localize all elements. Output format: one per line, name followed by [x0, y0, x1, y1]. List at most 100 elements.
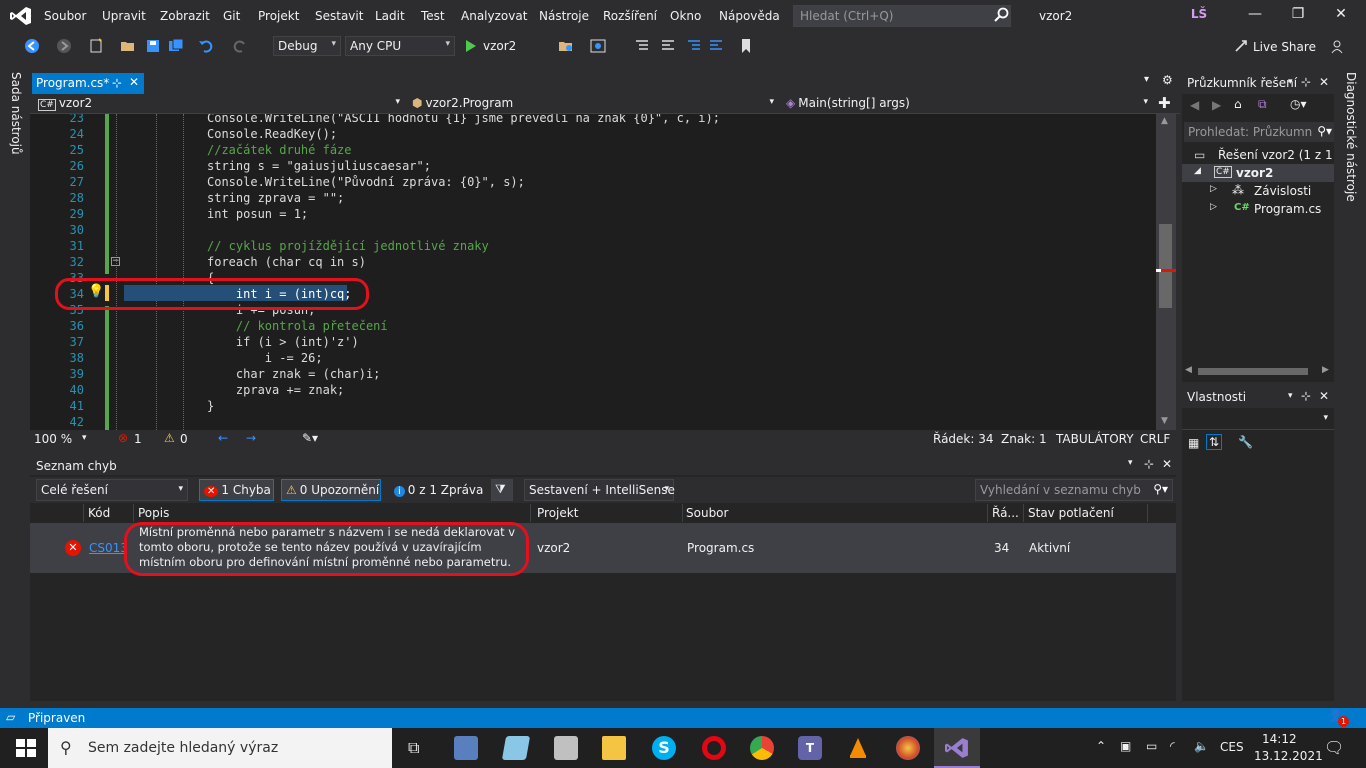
col-project[interactable]: Projekt — [533, 504, 683, 522]
col-severity[interactable] — [30, 504, 84, 522]
col-file[interactable]: Soubor — [682, 504, 988, 522]
undo-icon[interactable] — [198, 38, 214, 54]
collapse-icon[interactable]: − — [111, 257, 120, 266]
tabs-indicator[interactable]: TABULÁTORY — [1056, 432, 1134, 446]
tree-project[interactable]: ◢ C# vzor2 — [1182, 164, 1334, 182]
split-add-icon[interactable]: ✚ — [1158, 94, 1171, 112]
errors-filter-button[interactable]: ✕ 1 Chyba — [199, 479, 274, 501]
zoom-select[interactable]: 100 % — [34, 432, 72, 446]
nav-member-select[interactable]: ◈ Main(string[] args) ▾ — [782, 95, 1152, 113]
error-code-link[interactable]: CS0136 — [89, 541, 125, 555]
line-indicator[interactable]: Řádek: 34 — [933, 432, 994, 446]
nav-class-select[interactable]: ⬢ vzor2.Program ▾ — [408, 95, 778, 113]
live-share-button[interactable]: Live Share — [1253, 40, 1316, 54]
menu-analyzovat[interactable]: Analyzovat — [461, 9, 527, 23]
code-line[interactable]: i -= 26; — [207, 350, 323, 366]
arrow-right-icon[interactable]: → — [246, 431, 256, 445]
maximize-icon[interactable]: ❐ — [1283, 6, 1313, 26]
scope-select[interactable]: Celé řešení ▾ — [36, 479, 188, 501]
col-suppression[interactable]: Stav potlačení — [1024, 504, 1148, 522]
platform-select[interactable]: Any CPU ▾ — [345, 36, 455, 56]
forward-icon[interactable]: ▶ — [1212, 98, 1221, 112]
alphabetical-icon[interactable]: ⇅ — [1206, 434, 1223, 450]
indent-icon[interactable] — [686, 38, 702, 54]
config-select[interactable]: Debug ▾ — [273, 36, 341, 56]
col-description[interactable]: Popis — [134, 504, 531, 522]
run-icon[interactable] — [463, 38, 479, 54]
windows-start-icon[interactable] — [14, 736, 38, 760]
file-explorer-icon[interactable] — [602, 736, 626, 760]
error-icon[interactable]: ⊗ — [118, 431, 128, 445]
switch-view-icon[interactable]: ⧉ — [1258, 97, 1267, 112]
code-editor[interactable]: − 💡 23 24 25 26 27 28 29 30 31 32 33 34 … — [30, 114, 1156, 430]
settings-gear-icon[interactable]: ⚙ — [1162, 73, 1173, 87]
pin-icon[interactable]: ⊹ — [1144, 457, 1154, 471]
comment-icon[interactable] — [660, 38, 676, 54]
toolbox-tab[interactable]: Sada nástrojů — [9, 72, 23, 155]
bookmark-icon[interactable] — [738, 38, 754, 54]
menu-zobrazit[interactable]: Zobrazit — [160, 9, 210, 23]
collapsed-icon[interactable]: ▷ — [1210, 184, 1217, 194]
menu-projekt[interactable]: Projekt — [258, 9, 299, 23]
menu-nastroje[interactable]: Nástroje — [539, 9, 589, 23]
new-project-icon[interactable] — [88, 38, 104, 54]
quick-search-input[interactable]: Hledat (Ctrl+Q) — [793, 5, 1011, 27]
code-line[interactable]: } — [207, 398, 214, 414]
col-code[interactable]: Kód — [84, 504, 134, 522]
close-icon[interactable]: ✕ — [1319, 389, 1329, 403]
scroll-down-icon[interactable]: ▼ — [1161, 416, 1168, 426]
pin-icon[interactable]: ⊹ — [112, 76, 122, 90]
code-line[interactable]: Console.WriteLine("Původní zpráva: {0}",… — [207, 174, 525, 190]
code-line[interactable]: if (i > (int)'z') — [207, 334, 359, 350]
menu-soubor[interactable]: Soubor — [44, 9, 86, 23]
messages-filter-button[interactable]: i0 z 1 Zpráva — [389, 479, 485, 501]
code-line[interactable]: Console.WriteLine("ASCII hodnotu {1} jsm… — [207, 114, 720, 126]
panel-menu-icon[interactable]: ▾ — [1288, 77, 1293, 87]
horizontal-scrollbar[interactable]: ◀ ▶ — [1182, 364, 1334, 378]
close-icon[interactable]: ✕ — [1319, 75, 1329, 89]
volume-icon[interactable]: 🔈 — [1194, 739, 1209, 753]
solution-search-input[interactable]: Prohledat: Průzkumn ⚲▾ — [1184, 122, 1334, 142]
feedback-icon[interactable] — [1330, 38, 1346, 54]
scroll-right-icon[interactable]: ▶ — [1322, 365, 1329, 375]
scroll-thumb[interactable] — [1198, 368, 1308, 375]
menu-napoveda[interactable]: Nápověda — [719, 9, 780, 23]
tree-dependencies[interactable]: ▷ ⁂ Závislosti — [1182, 182, 1334, 200]
history-icon[interactable]: ◷▾ — [1290, 97, 1307, 111]
menu-ladit[interactable]: Ladit — [375, 9, 405, 23]
open-file-icon[interactable] — [558, 38, 574, 54]
outdent-icon[interactable] — [708, 38, 724, 54]
close-tab-icon[interactable]: ✕ — [129, 75, 139, 89]
opera-icon[interactable] — [702, 736, 726, 760]
run-target-button[interactable]: vzor2 — [483, 39, 516, 53]
build-filter-select[interactable]: Sestavení + IntelliSense ▾ — [524, 479, 675, 501]
clock-time[interactable]: 14:12 — [1262, 732, 1297, 746]
pin-icon[interactable]: ⊹ — [1301, 75, 1311, 89]
vlc-icon[interactable] — [846, 736, 870, 760]
scroll-thumb[interactable] — [1159, 224, 1172, 308]
filter-icon[interactable]: ⧩ — [491, 479, 513, 501]
app-icon[interactable] — [554, 736, 578, 760]
code-line[interactable]: // cyklus projíždějící jednotlivé znaky — [207, 238, 489, 254]
code-line[interactable]: string zprava = ""; — [207, 190, 344, 206]
paint-icon[interactable] — [896, 736, 920, 760]
categorized-icon[interactable]: ▦ — [1188, 436, 1199, 450]
collapsed-icon[interactable]: ▷ — [1210, 202, 1217, 212]
scroll-up-icon[interactable]: ▲ — [1161, 116, 1168, 126]
back-icon[interactable]: ◀ — [1190, 98, 1199, 112]
app-icon[interactable] — [501, 736, 531, 760]
save-all-icon[interactable] — [168, 38, 184, 54]
arrow-left-icon[interactable]: ← — [218, 431, 228, 445]
code-line[interactable]: zprava += znak; — [207, 382, 344, 398]
tray-icon[interactable]: ▣ — [1120, 739, 1131, 753]
menu-rozsireni[interactable]: Rozšíření — [603, 9, 657, 23]
close-icon[interactable]: ✕ — [1162, 457, 1172, 471]
minimize-icon[interactable]: — — [1240, 6, 1270, 26]
chrome-icon[interactable] — [750, 736, 774, 760]
error-search-input[interactable]: Vyhledání v seznamu chyb ⚲▾ — [975, 479, 1173, 501]
property-pages-icon[interactable]: 🔧 — [1238, 435, 1253, 449]
warning-count[interactable]: 0 — [180, 432, 188, 446]
menu-test[interactable]: Test — [421, 9, 445, 23]
step-icon[interactable] — [634, 38, 650, 54]
forward-icon[interactable] — [56, 38, 72, 54]
